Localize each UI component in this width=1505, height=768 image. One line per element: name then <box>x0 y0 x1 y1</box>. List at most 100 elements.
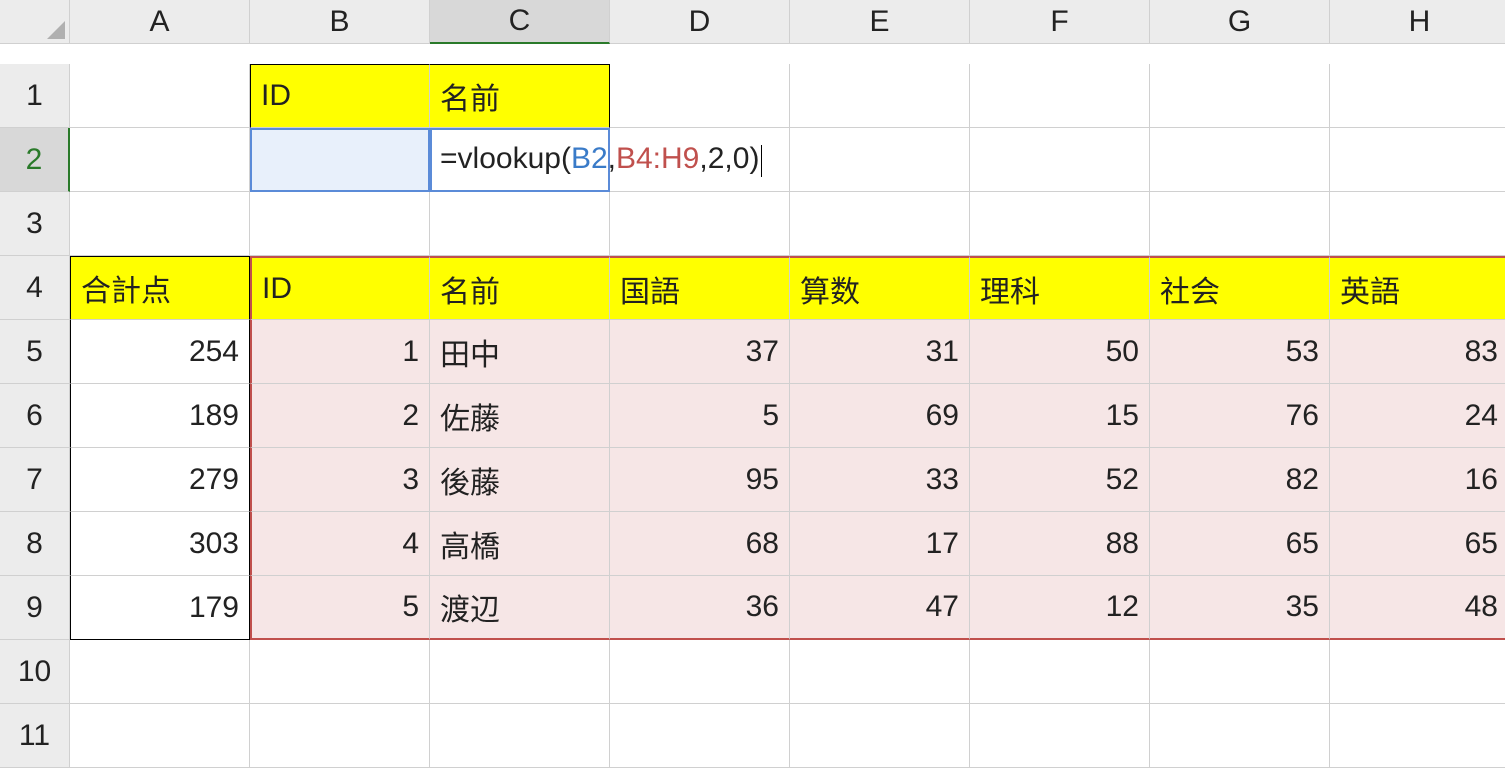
row-header-7[interactable]: 7 <box>0 448 70 512</box>
cell-H3[interactable] <box>1330 192 1505 256</box>
cell-D4[interactable]: 国語 <box>610 256 790 320</box>
cell-G10[interactable] <box>1150 640 1330 704</box>
col-header-A[interactable]: A <box>70 0 250 44</box>
cell-D3[interactable] <box>610 192 790 256</box>
cell-C7[interactable]: 後藤 <box>430 448 610 512</box>
cell-D10[interactable] <box>610 640 790 704</box>
cell-H5[interactable]: 83 <box>1330 320 1505 384</box>
spreadsheet-grid[interactable]: A B C D E F G H 1 ID 名前 2 =vlookup(B2,B4… <box>0 0 1505 768</box>
cell-F7[interactable]: 52 <box>970 448 1150 512</box>
cell-H7[interactable]: 16 <box>1330 448 1505 512</box>
cell-H2[interactable] <box>1330 128 1505 192</box>
row-header-9[interactable]: 9 <box>0 576 70 640</box>
row-header-3[interactable]: 3 <box>0 192 70 256</box>
cell-B9[interactable]: 5 <box>250 576 430 640</box>
cell-A6[interactable]: 189 <box>70 384 250 448</box>
cell-F4[interactable]: 理科 <box>970 256 1150 320</box>
cell-F3[interactable] <box>970 192 1150 256</box>
col-header-E[interactable]: E <box>790 0 970 44</box>
col-header-F[interactable]: F <box>970 0 1150 44</box>
cell-C10[interactable] <box>430 640 610 704</box>
col-header-D[interactable]: D <box>610 0 790 44</box>
cell-A11[interactable] <box>70 704 250 768</box>
cell-B8[interactable]: 4 <box>250 512 430 576</box>
cell-D8[interactable]: 68 <box>610 512 790 576</box>
cell-F9[interactable]: 12 <box>970 576 1150 640</box>
cell-F5[interactable]: 50 <box>970 320 1150 384</box>
cell-H9[interactable]: 48 <box>1330 576 1505 640</box>
cell-H6[interactable]: 24 <box>1330 384 1505 448</box>
cell-G11[interactable] <box>1150 704 1330 768</box>
cell-B6[interactable]: 2 <box>250 384 430 448</box>
cell-C4[interactable]: 名前 <box>430 256 610 320</box>
cell-C3[interactable] <box>430 192 610 256</box>
cell-F8[interactable]: 88 <box>970 512 1150 576</box>
cell-G6[interactable]: 76 <box>1150 384 1330 448</box>
cell-C1[interactable]: 名前 <box>430 64 610 128</box>
cell-H1[interactable] <box>1330 64 1505 128</box>
cell-E6[interactable]: 69 <box>790 384 970 448</box>
cell-B2[interactable] <box>250 128 430 192</box>
formula-editor[interactable]: =vlookup(B2,B4:H9,2,0) <box>440 142 762 176</box>
cell-B1[interactable]: ID <box>250 64 430 128</box>
row-header-11[interactable]: 11 <box>0 704 70 768</box>
cell-G3[interactable] <box>1150 192 1330 256</box>
cell-B10[interactable] <box>250 640 430 704</box>
row-header-5[interactable]: 5 <box>0 320 70 384</box>
cell-A2[interactable] <box>70 128 250 192</box>
cell-G8[interactable]: 65 <box>1150 512 1330 576</box>
cell-F2[interactable] <box>970 128 1150 192</box>
cell-D1[interactable] <box>610 64 790 128</box>
cell-E8[interactable]: 17 <box>790 512 970 576</box>
cell-G5[interactable]: 53 <box>1150 320 1330 384</box>
cell-E11[interactable] <box>790 704 970 768</box>
col-header-G[interactable]: G <box>1150 0 1330 44</box>
cell-G2[interactable] <box>1150 128 1330 192</box>
cell-C6[interactable]: 佐藤 <box>430 384 610 448</box>
cell-E9[interactable]: 47 <box>790 576 970 640</box>
cell-D5[interactable]: 37 <box>610 320 790 384</box>
cell-D9[interactable]: 36 <box>610 576 790 640</box>
cell-A9[interactable]: 179 <box>70 576 250 640</box>
cell-E2[interactable] <box>790 128 970 192</box>
row-header-8[interactable]: 8 <box>0 512 70 576</box>
cell-C9[interactable]: 渡辺 <box>430 576 610 640</box>
row-header-4[interactable]: 4 <box>0 256 70 320</box>
cell-F6[interactable]: 15 <box>970 384 1150 448</box>
cell-E10[interactable] <box>790 640 970 704</box>
cell-C11[interactable] <box>430 704 610 768</box>
cell-A8[interactable]: 303 <box>70 512 250 576</box>
cell-B4[interactable]: ID <box>250 256 430 320</box>
col-header-H[interactable]: H <box>1330 0 1505 44</box>
cell-E7[interactable]: 33 <box>790 448 970 512</box>
cell-D11[interactable] <box>610 704 790 768</box>
cell-G4[interactable]: 社会 <box>1150 256 1330 320</box>
cell-H10[interactable] <box>1330 640 1505 704</box>
row-header-10[interactable]: 10 <box>0 640 70 704</box>
cell-A1[interactable] <box>70 64 250 128</box>
cell-A5[interactable]: 254 <box>70 320 250 384</box>
cell-H8[interactable]: 65 <box>1330 512 1505 576</box>
cell-H4[interactable]: 英語 <box>1330 256 1505 320</box>
cell-H11[interactable] <box>1330 704 1505 768</box>
cell-E5[interactable]: 31 <box>790 320 970 384</box>
cell-E3[interactable] <box>790 192 970 256</box>
cell-G7[interactable]: 82 <box>1150 448 1330 512</box>
cell-A7[interactable]: 279 <box>70 448 250 512</box>
select-all-corner[interactable] <box>0 0 70 44</box>
cell-D6[interactable]: 5 <box>610 384 790 448</box>
cell-B3[interactable] <box>250 192 430 256</box>
cell-E4[interactable]: 算数 <box>790 256 970 320</box>
cell-F11[interactable] <box>970 704 1150 768</box>
cell-E1[interactable] <box>790 64 970 128</box>
cell-C8[interactable]: 高橋 <box>430 512 610 576</box>
row-header-1[interactable]: 1 <box>0 64 70 128</box>
cell-F10[interactable] <box>970 640 1150 704</box>
cell-B5[interactable]: 1 <box>250 320 430 384</box>
cell-F1[interactable] <box>970 64 1150 128</box>
cell-D7[interactable]: 95 <box>610 448 790 512</box>
row-header-2[interactable]: 2 <box>0 128 70 192</box>
cell-C5[interactable]: 田中 <box>430 320 610 384</box>
col-header-B[interactable]: B <box>250 0 430 44</box>
cell-A3[interactable] <box>70 192 250 256</box>
